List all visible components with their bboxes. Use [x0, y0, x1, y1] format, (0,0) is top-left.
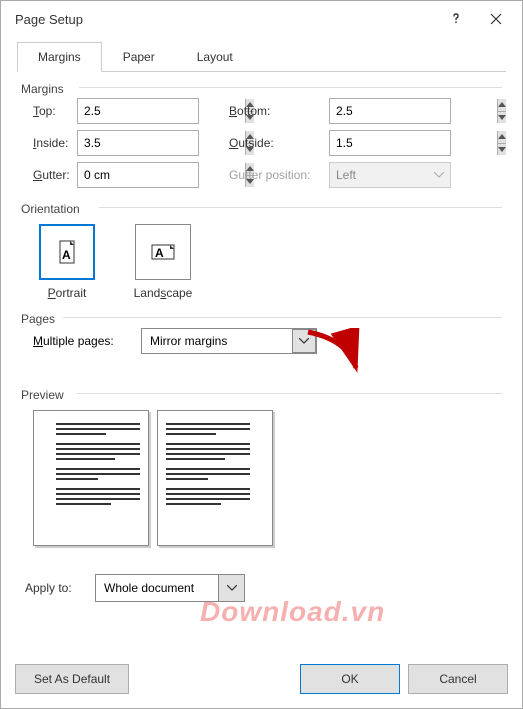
gutter-input[interactable] [78, 163, 245, 187]
help-icon [450, 13, 462, 25]
multiple-pages-label: Multiple pages: [33, 334, 141, 348]
cancel-button[interactable]: Cancel [408, 664, 508, 694]
gutter-spin[interactable] [77, 162, 199, 188]
chevron-down-icon [292, 329, 316, 353]
bottom-input[interactable] [330, 99, 497, 123]
button-bar: Set As Default OK Cancel [1, 654, 522, 708]
bottom-spin[interactable] [329, 98, 451, 124]
portrait-label: Portrait [48, 286, 87, 300]
gutter-pos-select: Left [329, 162, 451, 188]
outside-down[interactable] [498, 144, 506, 156]
top-spin[interactable] [77, 98, 199, 124]
chevron-down-icon [218, 575, 244, 601]
landscape-label: Landscape [134, 286, 193, 300]
pages-group-label: Pages [21, 312, 502, 326]
apply-to-select[interactable]: Whole document [95, 574, 245, 602]
help-button[interactable] [436, 5, 476, 33]
outside-spin[interactable] [329, 130, 451, 156]
tab-layout[interactable]: Layout [176, 42, 254, 72]
gutter-label: Gutter: [21, 168, 77, 182]
gutter-pos-label: Gutter position: [229, 168, 329, 182]
set-default-button[interactable]: Set As Default [15, 664, 129, 694]
apply-to-label: Apply to: [25, 581, 95, 595]
page-setup-dialog: Page Setup Margins Paper Layout Margins … [0, 0, 523, 709]
bottom-up[interactable] [498, 99, 506, 112]
close-button[interactable] [476, 5, 516, 33]
tab-strip: Margins Paper Layout [17, 41, 506, 72]
bottom-label: Bottom: [229, 104, 329, 118]
portrait-option[interactable]: A Portrait [33, 224, 101, 300]
landscape-option[interactable]: A Landscape [129, 224, 197, 300]
ok-button[interactable]: OK [300, 664, 400, 694]
preview-page-left [33, 410, 149, 546]
gutter-pos-value: Left [336, 168, 356, 182]
titlebar: Page Setup [1, 1, 522, 37]
orientation-group-label: Orientation [21, 202, 502, 216]
bottom-down[interactable] [498, 112, 506, 124]
portrait-icon: A [39, 224, 95, 280]
close-icon [490, 13, 502, 25]
outside-input[interactable] [330, 131, 497, 155]
preview-area [21, 404, 502, 546]
chevron-down-icon [434, 172, 444, 178]
svg-text:A: A [155, 246, 164, 260]
inside-spin[interactable] [77, 130, 199, 156]
top-input[interactable] [78, 99, 245, 123]
outside-up[interactable] [498, 131, 506, 144]
dialog-title: Page Setup [15, 12, 436, 27]
outside-label: Outside: [229, 136, 329, 150]
top-label: Top: [21, 104, 77, 118]
tab-margins[interactable]: Margins [17, 42, 102, 72]
apply-to-value: Whole document [104, 581, 194, 595]
svg-text:A: A [62, 248, 71, 262]
inside-label: Inside: [21, 136, 77, 150]
preview-page-right [157, 410, 273, 546]
multiple-pages-select[interactable]: Mirror margins [141, 328, 317, 354]
tab-paper[interactable]: Paper [102, 42, 176, 72]
preview-group-label: Preview [21, 388, 502, 402]
multiple-pages-value: Mirror margins [150, 334, 227, 348]
margins-group-label: Margins [21, 82, 502, 96]
landscape-icon: A [135, 224, 191, 280]
inside-input[interactable] [78, 131, 245, 155]
